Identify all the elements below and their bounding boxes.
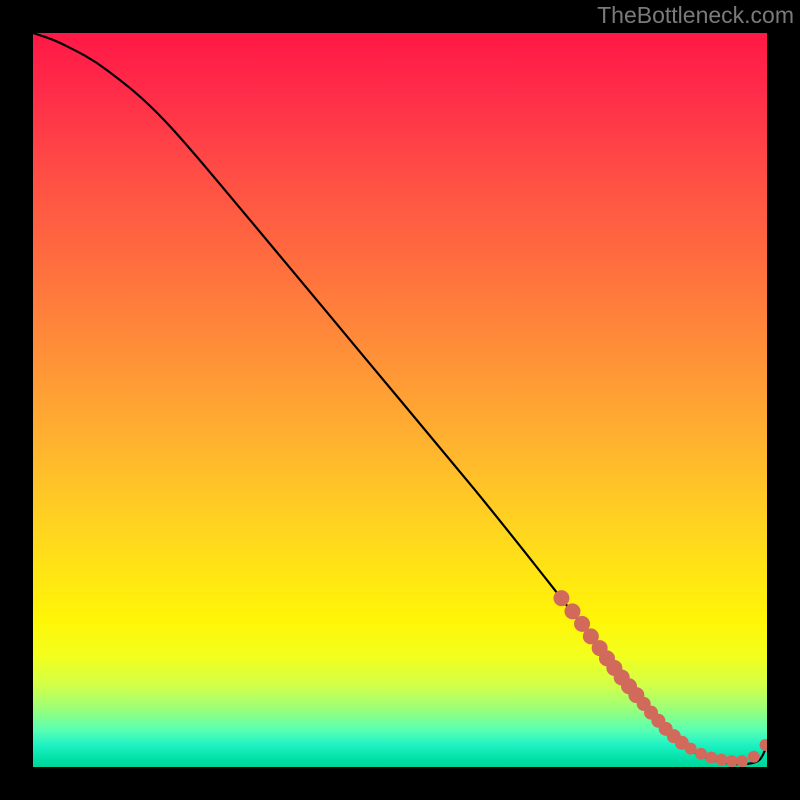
- data-point: [695, 748, 707, 760]
- plot-svg: [33, 33, 767, 767]
- data-point: [705, 751, 717, 763]
- highlighted-points-group: [553, 590, 767, 767]
- watermark-text: TheBottleneck.com: [597, 2, 794, 29]
- data-point: [685, 743, 697, 755]
- data-point: [748, 751, 760, 763]
- data-point: [760, 739, 767, 751]
- bottleneck-curve: [33, 33, 767, 764]
- chart-container: TheBottleneck.com: [0, 0, 800, 800]
- data-point: [726, 755, 738, 767]
- data-point: [736, 755, 748, 767]
- plot-area: [33, 33, 767, 767]
- data-point: [715, 754, 727, 766]
- data-point: [553, 590, 569, 606]
